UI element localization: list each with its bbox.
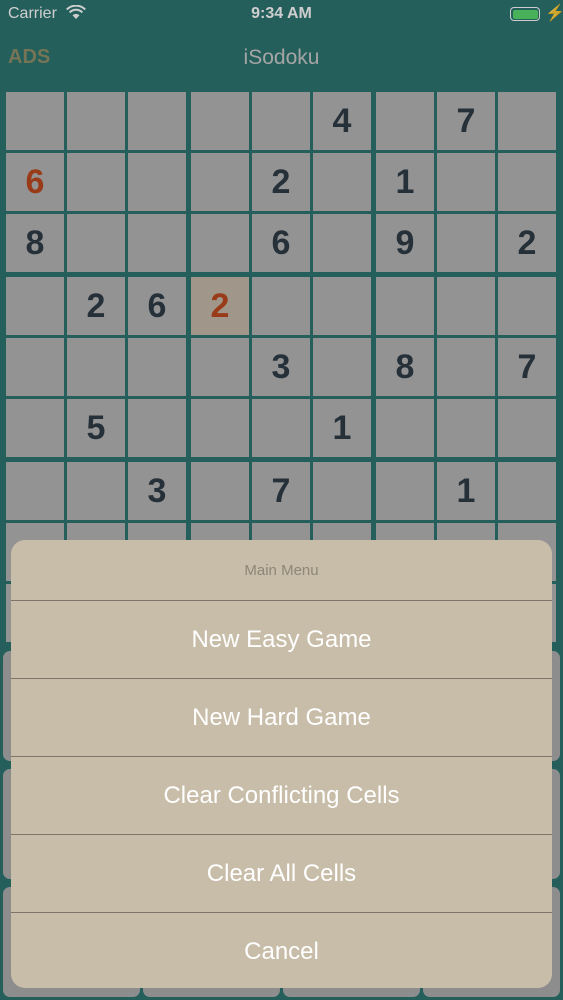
main-menu-sheet: Main Menu New Easy Game New Hard Game Cl… xyxy=(11,540,552,988)
clear-all-cells-button[interactable]: Clear All Cells xyxy=(11,835,552,913)
new-hard-game-button[interactable]: New Hard Game xyxy=(11,679,552,757)
cancel-button[interactable]: Cancel xyxy=(11,913,552,988)
clear-conflicting-cells-button[interactable]: Clear Conflicting Cells xyxy=(11,757,552,835)
new-easy-game-button[interactable]: New Easy Game xyxy=(11,601,552,679)
main-menu-title: Main Menu xyxy=(11,540,552,601)
